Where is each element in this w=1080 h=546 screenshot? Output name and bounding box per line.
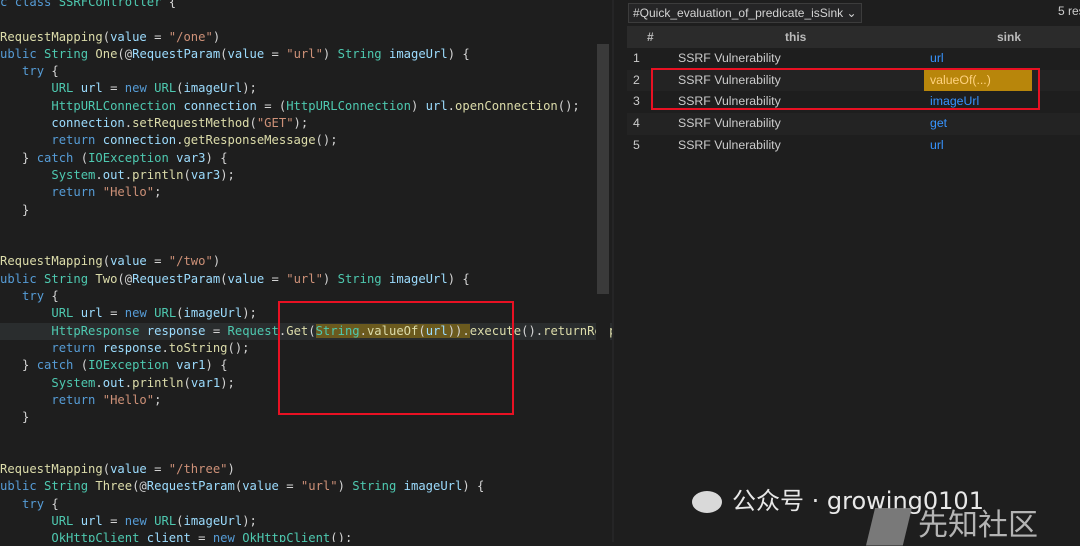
- code-line: RequestMapping(value = "/two"): [0, 254, 221, 269]
- row-index: 4: [633, 116, 640, 131]
- code-line: HttpURLConnection connection = (HttpURLC…: [51, 98, 580, 113]
- row-this[interactable]: SSRF Vulnerability: [678, 113, 781, 135]
- xianzhi-logo-text: 先知社区: [918, 508, 1038, 543]
- table-row[interactable]: 4 SSRF Vulnerability get: [627, 113, 1080, 135]
- editor-scrollbar-thumb[interactable]: [597, 44, 609, 294]
- row-index: 5: [633, 137, 640, 152]
- code-line: RequestMapping(value = "/one"): [0, 29, 221, 44]
- query-name: #Quick_evaluation_of_predicate_isSink: [633, 6, 844, 20]
- chevron-down-icon: ⌄: [846, 6, 857, 20]
- code-content: c class SSRFController { RequestMapping(v…: [0, 0, 612, 542]
- row-index: 3: [633, 94, 640, 109]
- result-count: 5 res: [1058, 4, 1080, 18]
- code-line: try {: [22, 64, 59, 79]
- column-header-index[interactable]: #: [647, 26, 654, 48]
- code-line: try {: [22, 496, 59, 511]
- code-line: URL url = new URL(imageUrl);: [51, 81, 257, 96]
- code-line: return connection.getResponseMessage();: [51, 133, 338, 148]
- code-line: RequestMapping(value = "/three"): [0, 462, 235, 477]
- code-line: c class SSRFController {: [0, 0, 177, 9]
- code-line: return "Hello";: [51, 185, 162, 200]
- column-header-this[interactable]: this: [785, 26, 806, 48]
- code-line: ublic String Three(@RequestParam(value =…: [0, 479, 485, 494]
- code-line: }: [22, 202, 30, 217]
- code-line: } catch (IOException var3) {: [22, 150, 228, 165]
- code-line: ublic String Two(@RequestParam(value = "…: [0, 271, 470, 286]
- code-editor[interactable]: c class SSRFController { RequestMapping(v…: [0, 0, 612, 542]
- xianzhi-logo-icon: [866, 507, 912, 546]
- code-line: connection.setRequestMethod("GET");: [51, 116, 309, 131]
- code-line: URL url = new URL(imageUrl);: [51, 513, 257, 528]
- query-result-select[interactable]: #Quick_evaluation_of_predicate_isSink ⌄: [628, 3, 862, 23]
- row-index: 1: [633, 51, 640, 65]
- column-header-sink[interactable]: sink: [997, 26, 1021, 48]
- table-row[interactable]: 1 SSRF Vulnerability url: [627, 48, 1080, 70]
- highlight-box-result: [651, 68, 1040, 110]
- highlight-box-code: [278, 301, 514, 415]
- table-header: # this sink: [627, 26, 1080, 48]
- table-row[interactable]: 5 SSRF Vulnerability url: [627, 134, 1080, 157]
- row-sink-link[interactable]: url: [930, 48, 944, 70]
- row-this[interactable]: SSRF Vulnerability: [678, 135, 781, 157]
- row-this[interactable]: SSRF Vulnerability: [678, 48, 781, 70]
- row-index: 2: [633, 72, 640, 87]
- code-line: ublic String One(@RequestParam(value = "…: [0, 46, 470, 61]
- row-sink-link[interactable]: url: [930, 135, 944, 157]
- code-line: System.out.println(var3);: [51, 167, 235, 182]
- wechat-icon: [692, 491, 722, 513]
- code-line: OkHttpClient client = new OkHttpClient()…: [51, 531, 353, 542]
- row-sink-link[interactable]: get: [930, 113, 947, 135]
- xianzhi-logo: 先知社区: [866, 500, 1038, 546]
